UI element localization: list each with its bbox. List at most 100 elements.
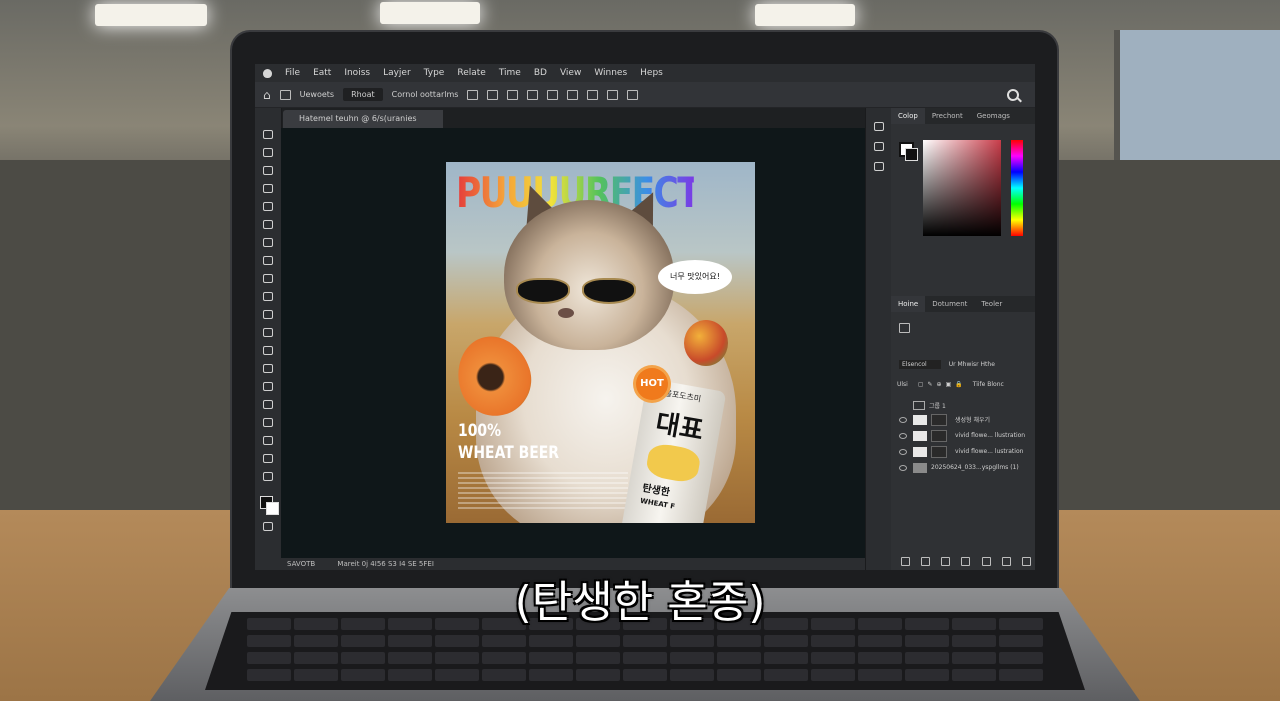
- path-select-icon[interactable]: [263, 418, 273, 427]
- group-folder-icon[interactable]: [981, 557, 991, 566]
- lock-icons[interactable]: ▢✎⊕▣🔒: [918, 381, 967, 388]
- hue-slider[interactable]: [1011, 140, 1023, 236]
- speech-bubble: 너무 맛있어요!: [658, 260, 732, 294]
- sunglasses-lens-left: [516, 278, 570, 304]
- more-icon[interactable]: [607, 89, 619, 100]
- filter-icon[interactable]: [899, 323, 910, 333]
- marquee-tool-icon[interactable]: [263, 148, 273, 157]
- menu-select[interactable]: Relate: [457, 68, 485, 78]
- menu-help[interactable]: Heps: [640, 68, 663, 78]
- menu-view[interactable]: View: [560, 68, 581, 78]
- visibility-eye-icon[interactable]: [899, 464, 907, 471]
- search-icon[interactable]: [1007, 89, 1019, 101]
- lasso-tool-icon[interactable]: [263, 166, 273, 175]
- mask-icon[interactable]: [941, 557, 951, 566]
- layer-name: 생성형 채우기: [955, 417, 991, 424]
- align-icon[interactable]: [487, 89, 499, 100]
- tab-color[interactable]: Colop: [891, 108, 925, 124]
- quick-mask-icon[interactable]: [263, 522, 273, 531]
- options-field[interactable]: Rhoat: [343, 88, 383, 101]
- visibility-eye-icon[interactable]: [899, 416, 907, 423]
- visibility-eye-icon[interactable]: [899, 448, 907, 455]
- menu-type[interactable]: Type: [424, 68, 445, 78]
- options-label-2[interactable]: Cornol oottarlms: [392, 90, 459, 99]
- more-tools-icon[interactable]: [263, 472, 273, 481]
- poster-artwork[interactable]: PUUUURFECTION 너무 맛있어요! 100% WHEAT BEER 세…: [446, 162, 755, 523]
- mango-image: [684, 320, 728, 366]
- gradient-tool-icon[interactable]: [263, 328, 273, 337]
- home-icon[interactable]: ⌂: [263, 88, 271, 102]
- fx-icon[interactable]: [921, 557, 931, 566]
- menu-3d[interactable]: BD: [534, 68, 547, 78]
- link-icon[interactable]: [901, 557, 910, 566]
- distribute-icon[interactable]: [567, 89, 579, 100]
- pen-tool-icon[interactable]: [263, 382, 273, 391]
- type-tool-icon[interactable]: [263, 400, 273, 409]
- headline-line-2: WHEAT BEER: [458, 443, 560, 463]
- zoom-tool-icon[interactable]: [263, 454, 273, 463]
- fill-label[interactable]: Tiife Blonc: [973, 381, 1004, 388]
- quick-select-icon[interactable]: [263, 184, 273, 193]
- crop-tool-icon[interactable]: [263, 202, 273, 211]
- opacity-label[interactable]: Ur Mhwisr Hthe: [949, 361, 995, 368]
- dodge-tool-icon[interactable]: [263, 364, 273, 373]
- tab-channels[interactable]: Dotument: [925, 296, 974, 312]
- video-subtitle: (탄생한 혼종): [514, 577, 766, 628]
- brush-settings-icon[interactable]: [874, 162, 884, 171]
- eraser-tool-icon[interactable]: [263, 310, 273, 319]
- background-color-swatch[interactable]: [266, 502, 279, 515]
- new-layer-icon[interactable]: [1001, 557, 1011, 566]
- layer-name: vivid flowe... llustration: [955, 432, 1026, 439]
- adjustment-icon[interactable]: [961, 557, 971, 566]
- document-tab[interactable]: Hatemel teuhn @ 6/s(uranies snarols/): [283, 110, 443, 141]
- layer-mask-thumbnail: [931, 445, 947, 458]
- brush-tool-icon[interactable]: [263, 256, 273, 265]
- comments-icon[interactable]: [874, 122, 884, 131]
- distribute-icon[interactable]: [547, 89, 559, 100]
- headline-line-1: 100%: [458, 421, 502, 441]
- history-brush-icon[interactable]: [263, 292, 273, 301]
- layer-row[interactable]: 생성형 채우기: [891, 412, 1035, 427]
- tab-gradients[interactable]: Geomags: [970, 108, 1017, 124]
- distribute-icon[interactable]: [527, 89, 539, 100]
- align-icon[interactable]: [467, 89, 479, 100]
- layer-name: 그룹 1: [929, 403, 946, 410]
- blur-tool-icon[interactable]: [263, 346, 273, 355]
- tab-swatches[interactable]: Prechont: [925, 108, 970, 124]
- 3d-mode-icon[interactable]: [627, 89, 639, 100]
- menu-window[interactable]: Winnes: [594, 68, 627, 78]
- apple-icon[interactable]: [263, 68, 272, 78]
- stamp-tool-icon[interactable]: [263, 274, 273, 283]
- trash-icon[interactable]: [1021, 557, 1031, 566]
- sunglasses: [516, 278, 646, 304]
- tool-preset-icon[interactable]: [279, 89, 291, 100]
- menu-file[interactable]: File: [285, 68, 300, 78]
- folder-icon: [913, 401, 925, 410]
- move-tool-icon[interactable]: [263, 130, 273, 139]
- cat-head: [504, 200, 674, 350]
- healing-brush-icon[interactable]: [263, 238, 273, 247]
- tab-layers[interactable]: Hoine: [891, 296, 926, 312]
- menu-image[interactable]: Inoiss: [344, 68, 370, 78]
- visibility-eye-icon[interactable]: [899, 432, 907, 439]
- blend-mode-row: Elsencol Ur Mhwisr Hthe: [891, 357, 1035, 372]
- background-color[interactable]: [905, 148, 918, 161]
- poster-headline: 100% WHEAT BEER: [458, 420, 559, 464]
- layer-row[interactable]: vivid flowe... llustration: [891, 428, 1035, 443]
- layer-row[interactable]: vivid flowe... lustration: [891, 444, 1035, 459]
- blend-mode-select[interactable]: Elsencol: [899, 360, 941, 369]
- layers-footer: [901, 557, 1031, 566]
- cubicle-wall-right: [1057, 160, 1280, 510]
- hand-tool-icon[interactable]: [263, 436, 273, 445]
- menu-filter[interactable]: Time: [499, 68, 521, 78]
- arrange-icon[interactable]: [587, 89, 599, 100]
- layer-row[interactable]: 20250624_033...yspgllms (1): [891, 460, 1035, 475]
- layer-row[interactable]: 그룹 1: [891, 398, 1035, 413]
- align-icon[interactable]: [507, 89, 519, 100]
- tab-paths[interactable]: Teoler: [974, 296, 1009, 312]
- menu-edit[interactable]: Eatt: [313, 68, 331, 78]
- transform-icon[interactable]: [874, 142, 884, 151]
- menu-layer[interactable]: Layjer: [383, 68, 411, 78]
- eyedropper-icon[interactable]: [263, 220, 273, 229]
- color-picker-field[interactable]: [923, 140, 1001, 236]
